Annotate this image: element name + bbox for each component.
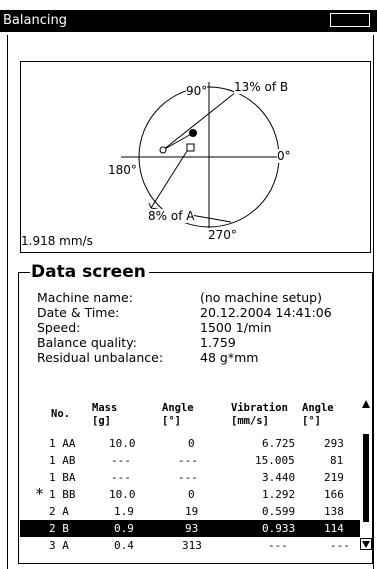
row-angle: --- xyxy=(178,471,198,484)
scroll-down-button[interactable] xyxy=(360,538,372,550)
header-vibration-unit: [mm/s] xyxy=(231,415,269,427)
row-mass: 10.0 xyxy=(109,488,136,501)
row-vibration: 1.292 xyxy=(262,488,296,501)
row-angle: 313 xyxy=(182,539,202,552)
row-vibration: 6.725 xyxy=(262,437,296,450)
table-row[interactable]: 1 AA 10.0 0 6.725 293 xyxy=(20,435,360,452)
window-title: Balancing xyxy=(3,13,67,28)
row-no: 2 A xyxy=(49,505,69,518)
row-mass: --- xyxy=(111,454,131,467)
row-vib-angle: 114 xyxy=(324,522,344,535)
header-angle: Angle xyxy=(162,402,194,414)
title-bar: Balancing xyxy=(0,10,377,32)
row-angle: --- xyxy=(178,454,198,467)
vector-b xyxy=(162,91,237,151)
table-row[interactable]: 1 AB --- --- 15.005 81 xyxy=(20,452,360,469)
row-no: 1 AA xyxy=(49,437,76,450)
row-angle: 19 xyxy=(185,505,199,518)
info-label-speed: Speed: xyxy=(37,320,81,335)
row-vibration: 15.005 xyxy=(255,454,295,467)
row-angle: 93 xyxy=(185,522,199,535)
table-scrollbar[interactable] xyxy=(360,400,372,550)
info-value-balance-quality: 1.759 xyxy=(200,335,236,350)
title-bar-indicator xyxy=(330,13,370,27)
table-row-selected[interactable]: 2 B 0.9 93 0.933 114 xyxy=(20,520,360,537)
filled-dot-marker xyxy=(189,129,197,137)
info-value-date-time: 20.12.2004 14:41:06 xyxy=(200,305,332,320)
row-vib-angle: 81 xyxy=(330,454,344,467)
square-marker xyxy=(186,143,195,152)
row-vib-angle: 219 xyxy=(324,471,344,484)
info-label-date-time: Date & Time: xyxy=(37,305,120,320)
row-mass: 0.4 xyxy=(114,539,134,552)
row-vibration: 0.599 xyxy=(262,505,296,518)
row-mass: --- xyxy=(111,471,131,484)
label-8-percent-of-a: 8% of A xyxy=(148,209,195,223)
row-vib-angle: 138 xyxy=(324,505,344,518)
vector-a xyxy=(150,150,188,209)
scroll-down-icon xyxy=(362,541,370,548)
row-vibration: --- xyxy=(268,539,288,552)
row-vibration: 0.933 xyxy=(262,522,296,535)
row-mass: 0.9 xyxy=(114,522,134,535)
scroll-up-icon[interactable] xyxy=(362,400,370,408)
row-angle: 0 xyxy=(188,437,195,450)
table-row[interactable]: 1 BA --- --- 3.440 219 xyxy=(20,469,360,486)
label-13-percent-of-b: 13% of B xyxy=(234,80,289,94)
row-mass: 10.0 xyxy=(109,437,136,450)
row-vib-angle: --- xyxy=(330,539,350,552)
row-no: 2 B xyxy=(49,522,69,535)
row-no: 1 AB xyxy=(49,454,76,467)
open-circle-marker xyxy=(159,146,167,154)
info-value-speed: 1500 1/min xyxy=(200,320,272,335)
angle-label-90: 90° xyxy=(186,84,208,98)
row-mass: 1.9 xyxy=(114,505,134,518)
header-vibration: Vibration xyxy=(231,402,288,414)
row-vib-angle: 166 xyxy=(324,488,344,501)
row-vib-angle: 293 xyxy=(324,437,344,450)
row-vibration: 3.440 xyxy=(262,471,296,484)
table-row[interactable]: 3 A 0.4 313 --- --- xyxy=(20,537,360,554)
header-angle-unit: [°] xyxy=(162,415,181,427)
info-label-machine-name: Machine name: xyxy=(37,290,133,305)
header-no: No. xyxy=(51,408,70,420)
header-mass: Mass xyxy=(92,402,118,414)
table-row[interactable]: 2 A 1.9 19 0.599 138 xyxy=(20,503,360,520)
header-vib-angle: Angle xyxy=(302,402,334,414)
info-label-residual-unbalance: Residual unbalance: xyxy=(37,350,164,365)
row-no: 3 A xyxy=(49,539,69,552)
row-mark: * xyxy=(35,485,45,503)
residual-vibration-value: 1.918 mm/s xyxy=(21,234,93,248)
data-screen-heading: Data screen xyxy=(30,262,149,282)
angle-label-0: 0° xyxy=(277,149,291,163)
scrollbar-thumb[interactable] xyxy=(363,434,369,522)
header-vib-angle-unit: [°] xyxy=(302,415,321,427)
info-value-residual-unbalance: 48 g*mm xyxy=(200,350,259,365)
table-row[interactable]: * 1 BB 10.0 0 1.292 166 xyxy=(20,486,360,503)
header-mass-unit: [g] xyxy=(92,415,111,427)
angle-label-180: 180° xyxy=(108,163,137,177)
info-label-balance-quality: Balance quality: xyxy=(37,335,137,350)
info-value-machine-name: (no machine setup) xyxy=(200,290,322,305)
row-no: 1 BA xyxy=(49,471,76,484)
row-no: 1 BB xyxy=(49,488,76,501)
row-angle: 0 xyxy=(188,488,195,501)
angle-label-270: 270° xyxy=(208,228,237,242)
